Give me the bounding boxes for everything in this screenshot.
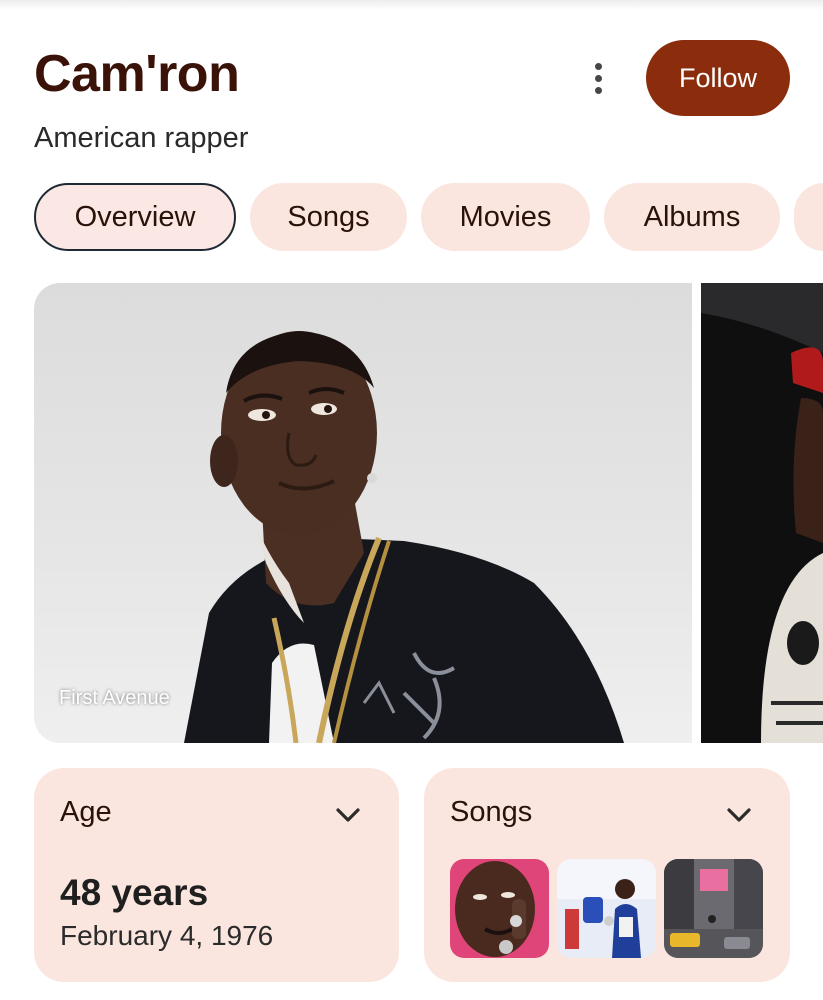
photo-credit: First Avenue xyxy=(59,687,170,709)
page-title: Cam'ron xyxy=(34,45,240,103)
tab-movies[interactable]: Movies xyxy=(421,183,590,251)
age-card-label: Age xyxy=(60,796,112,828)
more-options-button[interactable] xyxy=(578,58,618,98)
song-thumbnails xyxy=(450,859,763,958)
knowledge-panel: Cam'ron American rapper Follow Overview … xyxy=(0,0,823,1000)
tab-overview[interactable]: Overview xyxy=(34,183,236,251)
artist-photo-illustration xyxy=(184,331,624,743)
song-thumbnail[interactable] xyxy=(450,859,549,958)
more-vert-icon-dot xyxy=(594,62,602,70)
song-thumbnail-image xyxy=(664,859,763,958)
tab-bar: Overview Songs Movies Albums xyxy=(34,183,823,251)
more-vert-icon-dot xyxy=(594,86,602,94)
chevron-down-icon[interactable] xyxy=(724,800,754,830)
age-value: 48 years xyxy=(60,872,209,913)
birth-date: February 4, 1976 xyxy=(60,920,274,951)
tab-songs[interactable]: Songs xyxy=(250,183,407,251)
songs-card[interactable]: Songs xyxy=(424,768,790,982)
age-card[interactable]: Age 48 years February 4, 1976 xyxy=(34,768,399,982)
song-thumbnail-image xyxy=(450,859,549,958)
artist-photo-secondary-illustration xyxy=(701,283,823,743)
entity-description: American rapper xyxy=(34,122,249,154)
chevron-down-icon[interactable] xyxy=(333,800,363,830)
more-vert-icon-dot xyxy=(594,74,602,82)
tab-more-partial[interactable] xyxy=(794,183,823,251)
song-thumbnail[interactable] xyxy=(664,859,763,958)
song-thumbnail-image xyxy=(557,859,656,958)
songs-card-label: Songs xyxy=(450,796,533,828)
follow-button[interactable]: Follow xyxy=(646,40,790,116)
top-divider xyxy=(0,0,823,10)
song-thumbnail[interactable] xyxy=(557,859,656,958)
artist-photo-main[interactable]: First Avenue xyxy=(34,283,692,743)
tab-albums[interactable]: Albums xyxy=(604,183,780,251)
artist-photo-secondary[interactable] xyxy=(701,283,823,743)
